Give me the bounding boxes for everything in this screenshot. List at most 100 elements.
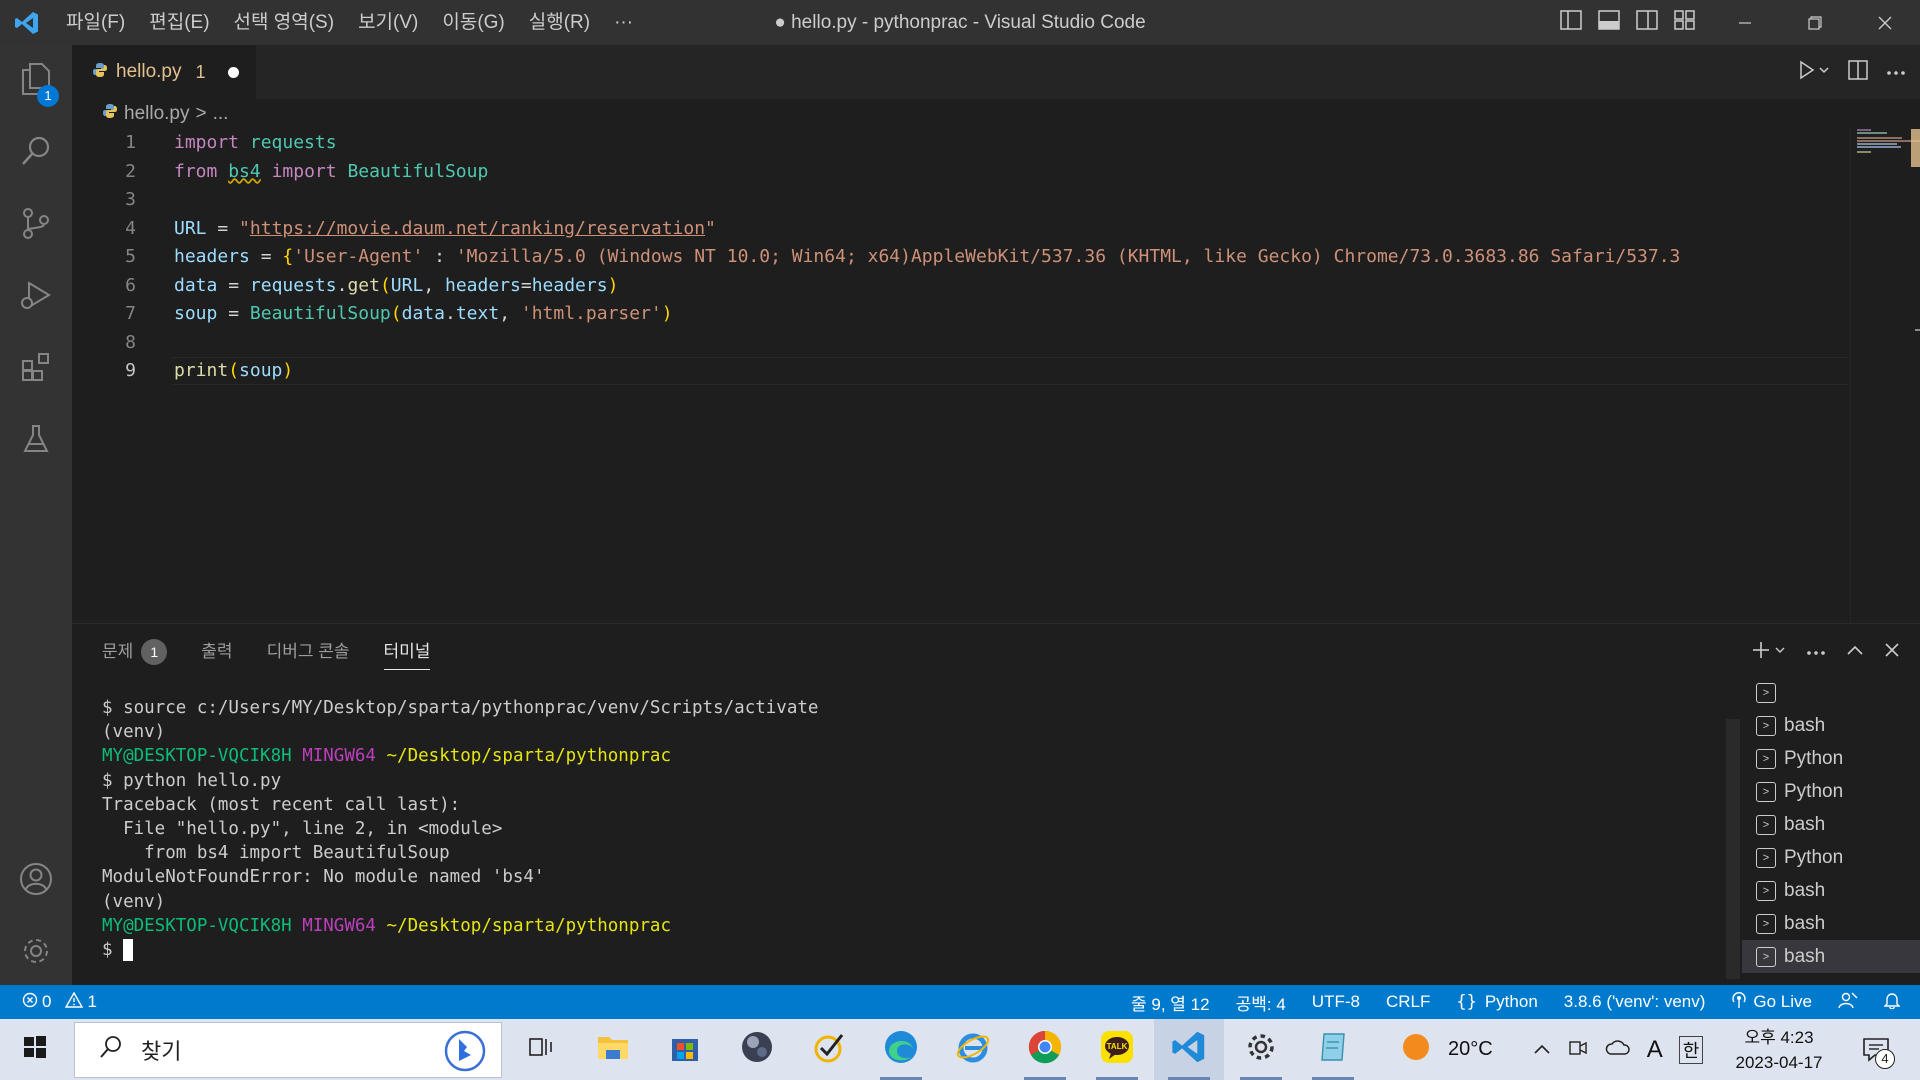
terminal-prompt-line: MY@DESKTOP-VQCIK8H MINGW64 ~/Desktop/spa… bbox=[102, 744, 1482, 768]
maximize-panel-icon[interactable] bbox=[1846, 643, 1864, 661]
tab-problems[interactable]: 문제 1 bbox=[102, 624, 168, 680]
edge-browser-button[interactable] bbox=[866, 1019, 936, 1080]
breadcrumb-file[interactable]: hello.py bbox=[124, 103, 190, 125]
menu-selection[interactable]: 선택 영역(S) bbox=[222, 0, 347, 45]
tab-output[interactable]: 출력 bbox=[201, 624, 232, 680]
file-explorer-button[interactable] bbox=[578, 1019, 648, 1080]
braces-icon: {} bbox=[1456, 992, 1477, 1012]
toggle-panel-icon[interactable] bbox=[1598, 10, 1620, 35]
gear-icon bbox=[19, 934, 53, 973]
more-actions-icon[interactable] bbox=[1806, 643, 1826, 661]
menu-file[interactable]: 파일(F) bbox=[54, 0, 137, 45]
tab-debug-console[interactable]: 디버그 콘솔 bbox=[267, 624, 350, 680]
testing-button[interactable] bbox=[0, 405, 72, 477]
internet-explorer-button[interactable] bbox=[938, 1019, 1008, 1080]
todo-app-button[interactable] bbox=[794, 1019, 864, 1080]
task-view-button[interactable] bbox=[506, 1019, 576, 1080]
notepad-app-button[interactable] bbox=[1298, 1019, 1368, 1080]
encoding[interactable]: UTF-8 bbox=[1312, 992, 1360, 1012]
minimap[interactable] bbox=[1850, 129, 1920, 623]
settings-button[interactable] bbox=[1226, 1019, 1296, 1080]
tab-hello-py[interactable]: hello.py 1 bbox=[72, 45, 256, 99]
notifications-bell-icon[interactable] bbox=[1883, 991, 1901, 1014]
korean-ime-indicator[interactable]: 한 bbox=[1678, 1035, 1704, 1064]
taskbar-search[interactable]: 찾기 bbox=[74, 1022, 502, 1078]
chrome-button[interactable] bbox=[1010, 1019, 1080, 1080]
sphere-app-icon bbox=[740, 1030, 774, 1069]
more-actions-icon[interactable] bbox=[1886, 63, 1906, 81]
terminal-session[interactable]: > Python bbox=[1742, 742, 1920, 775]
tab-terminal-label: 터미널 bbox=[383, 642, 431, 661]
microsoft-store-button[interactable] bbox=[650, 1019, 720, 1080]
menu-edit[interactable]: 편집(E) bbox=[137, 0, 221, 45]
accounts-status-icon[interactable] bbox=[1838, 991, 1858, 1014]
terminal-input-line: $ bbox=[102, 938, 1482, 962]
terminal-session-active[interactable]: > bash bbox=[1742, 940, 1920, 973]
terminal-session[interactable]: > bash bbox=[1742, 709, 1920, 742]
close-button[interactable] bbox=[1850, 0, 1920, 45]
start-button[interactable] bbox=[0, 1019, 70, 1080]
end-of-line[interactable]: CRLF bbox=[1386, 992, 1430, 1012]
new-terminal-icon[interactable] bbox=[1752, 640, 1786, 665]
source-control-button[interactable] bbox=[0, 189, 72, 261]
terminal-scrollbar[interactable] bbox=[1726, 719, 1740, 979]
python-interpreter[interactable]: 3.8.6 ('venv': venv) bbox=[1564, 992, 1706, 1012]
onedrive-cloud-icon[interactable] bbox=[1605, 1038, 1631, 1062]
menu-more[interactable]: ··· bbox=[602, 0, 645, 45]
language-mode[interactable]: {} Python bbox=[1456, 992, 1537, 1012]
chevron-up-icon[interactable] bbox=[1533, 1038, 1551, 1061]
app-sphere-button[interactable] bbox=[722, 1019, 792, 1080]
cursor-position[interactable]: 줄 9, 열 12 bbox=[1131, 990, 1210, 1015]
toggle-secondary-sidebar-icon[interactable] bbox=[1636, 10, 1658, 35]
code-line-9: print(soup) bbox=[174, 360, 294, 381]
terminal-output[interactable]: $ source c:/Users/MY/Desktop/sparta/pyth… bbox=[102, 696, 1482, 962]
terminal-session[interactable]: > bash bbox=[1742, 907, 1920, 940]
flask-icon bbox=[22, 423, 50, 460]
toggle-primary-sidebar-icon[interactable] bbox=[1560, 10, 1582, 35]
explorer-button[interactable]: 1 bbox=[0, 45, 72, 117]
weather-temperature[interactable]: 20°C bbox=[1448, 1038, 1493, 1061]
tab-terminal[interactable]: 터미널 bbox=[383, 624, 431, 680]
terminal-session[interactable]: > bash bbox=[1742, 808, 1920, 841]
terminal-session[interactable]: > bash bbox=[1742, 874, 1920, 907]
unsaved-dot-icon[interactable] bbox=[227, 66, 239, 78]
prompt-user: MY@DESKTOP-VQCIK8H bbox=[102, 746, 292, 767]
panel-actions bbox=[1752, 624, 1900, 680]
code-editor[interactable]: 1 2 3 4 5 6 7 8 9 import requests from b… bbox=[72, 129, 1920, 623]
bing-icon[interactable] bbox=[443, 1029, 487, 1079]
meet-now-icon[interactable] bbox=[1567, 1036, 1589, 1064]
taskbar-clock[interactable]: 오후 4:23 2023-04-17 bbox=[1724, 1025, 1834, 1075]
input-mode-indicator[interactable]: A bbox=[1647, 1036, 1663, 1064]
chrome-icon bbox=[1027, 1029, 1063, 1070]
vscode-taskbar-button[interactable] bbox=[1154, 1019, 1224, 1080]
run-debug-button[interactable] bbox=[0, 261, 72, 333]
search-button[interactable] bbox=[0, 117, 72, 189]
manage-button[interactable] bbox=[0, 917, 72, 989]
breadcrumb-symbols[interactable]: ... bbox=[213, 103, 229, 125]
extensions-button[interactable] bbox=[0, 333, 72, 405]
action-center-button[interactable]: 4 bbox=[1846, 1019, 1906, 1080]
folder-icon bbox=[596, 1032, 630, 1067]
menu-run[interactable]: 실행(R) bbox=[517, 0, 602, 45]
customize-layout-icon[interactable] bbox=[1674, 10, 1696, 35]
weather-icon[interactable] bbox=[1400, 1031, 1432, 1069]
split-editor-icon[interactable] bbox=[1848, 59, 1868, 85]
indentation[interactable]: 공백: 4 bbox=[1236, 990, 1286, 1015]
status-problems[interactable]: 0 1 bbox=[22, 985, 97, 1019]
menu-go[interactable]: 이동(G) bbox=[430, 0, 516, 45]
restore-button[interactable] bbox=[1780, 0, 1850, 45]
minimize-button[interactable] bbox=[1710, 0, 1780, 45]
close-panel-icon[interactable] bbox=[1884, 642, 1900, 663]
python-file-icon bbox=[92, 62, 108, 83]
terminal-session-list: > > bash > Python > Python > bash > Python > b… bbox=[1742, 676, 1920, 973]
tab-problem-count: 1 bbox=[195, 61, 206, 82]
terminal-session[interactable]: > bbox=[1742, 676, 1920, 709]
menu-view[interactable]: 보기(V) bbox=[346, 0, 430, 45]
kakaotalk-button[interactable]: TALK bbox=[1082, 1019, 1152, 1080]
go-live-button[interactable]: Go Live bbox=[1731, 991, 1812, 1014]
run-python-file-icon[interactable] bbox=[1798, 60, 1830, 85]
terminal-session[interactable]: > Python bbox=[1742, 841, 1920, 874]
accounts-button[interactable] bbox=[0, 845, 72, 917]
terminal-session[interactable]: > Python bbox=[1742, 775, 1920, 808]
status-right-items: 줄 9, 열 12 공백: 4 UTF-8 CRLF {} Python 3.8… bbox=[1131, 985, 1901, 1019]
